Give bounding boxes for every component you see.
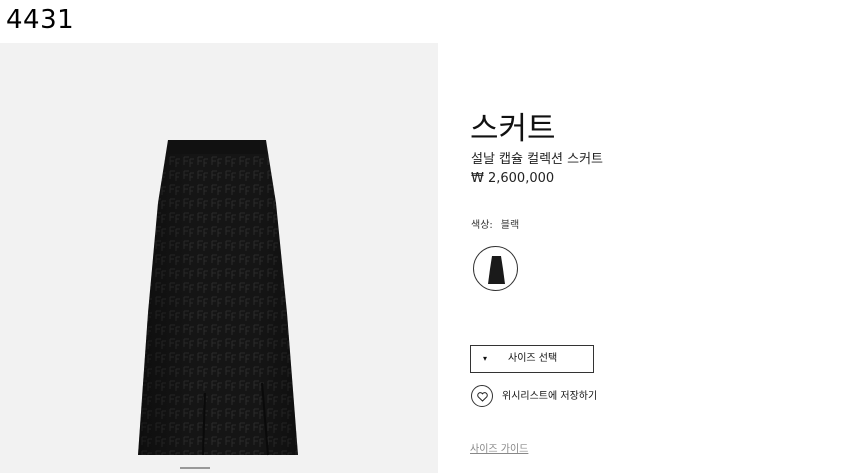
product-price: ₩ 2,600,000 — [471, 171, 555, 186]
chevron-down-icon: ▾ — [483, 354, 488, 363]
page-id-label: 4431 — [6, 5, 75, 35]
heart-icon — [471, 385, 493, 407]
product-subtitle: 설날 캡슐 컬렉션 스커트 — [471, 152, 603, 167]
product-image — [0, 43, 438, 473]
size-guide-link[interactable]: 사이즈 가이드 — [470, 443, 528, 457]
size-select-dropdown[interactable]: ▾ 사이즈 선택 — [470, 345, 594, 373]
wishlist-label: 위시리스트에 저장하기 — [502, 391, 598, 402]
color-value: 블랙 — [500, 220, 520, 231]
product-title: 스커트 — [470, 111, 556, 147]
size-select-label: 사이즈 선택 — [508, 353, 558, 364]
color-label: 색상: — [471, 220, 493, 231]
color-swatch-black[interactable] — [473, 246, 518, 291]
skirt-image — [138, 140, 298, 469]
skirt-thumbnail — [488, 256, 505, 284]
color-selection-label: 색상: 블랙 — [471, 219, 519, 233]
